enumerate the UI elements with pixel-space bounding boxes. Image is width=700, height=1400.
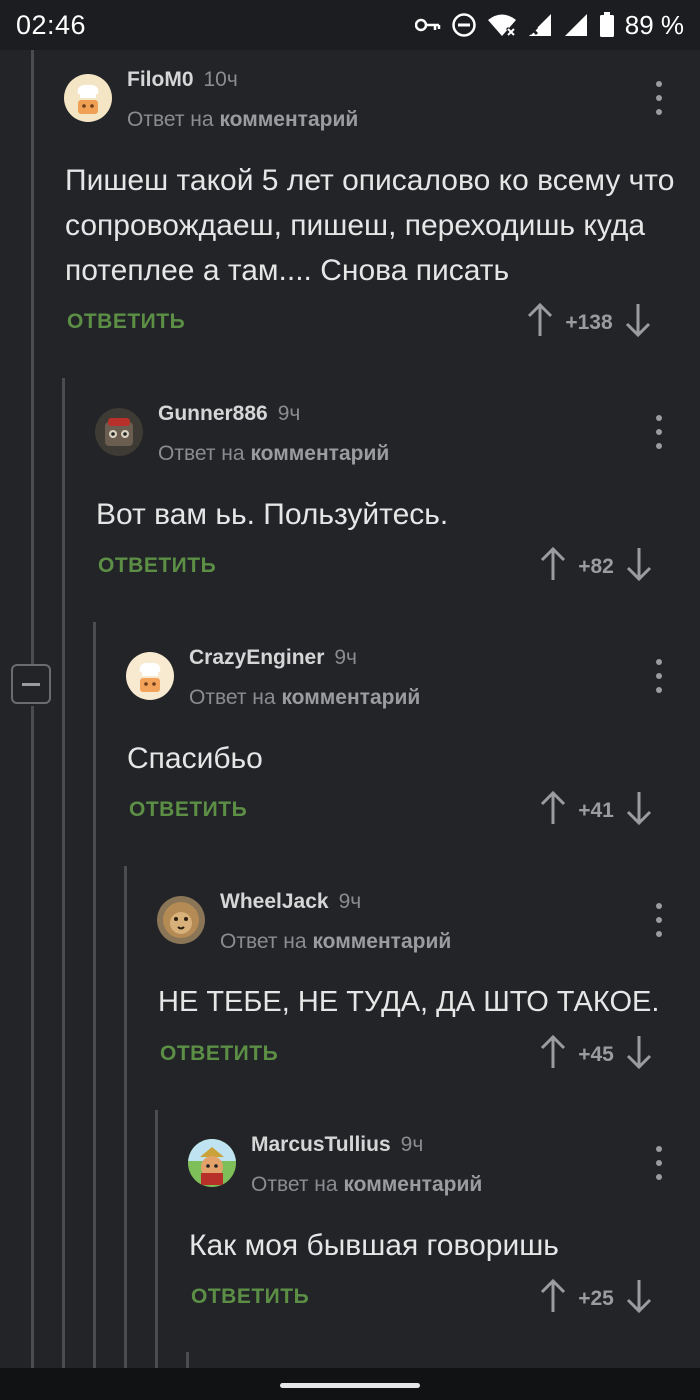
username[interactable]: FiloM0 10ч xyxy=(127,68,238,92)
more-options-icon[interactable] xyxy=(649,1146,669,1180)
comment-text: Вот вам ьь. Пользуйтесь. xyxy=(96,498,449,531)
upvote-icon[interactable] xyxy=(539,790,567,831)
reply-button[interactable]: ОТВЕТИТЬ xyxy=(67,310,185,334)
reply-to-info: Ответ на комментарий xyxy=(127,108,359,131)
comment-text: Спасибьо xyxy=(127,742,263,775)
avatar[interactable] xyxy=(157,896,205,944)
rating: +138 xyxy=(565,310,613,334)
downvote-icon[interactable] xyxy=(625,546,653,587)
upvote-icon[interactable] xyxy=(526,302,554,343)
comment-text: Пишеш такой 5 лет описалово ко всему что… xyxy=(65,164,675,287)
more-options-icon[interactable] xyxy=(649,659,669,693)
reply-to-link[interactable]: комментарий xyxy=(250,442,389,465)
rating: +82 xyxy=(578,554,614,578)
wifi-icon xyxy=(487,13,517,37)
reply-to-info: Ответ на комментарий xyxy=(220,930,452,953)
vote-controls: +82 xyxy=(539,546,653,587)
comment-time: 10ч xyxy=(203,68,238,91)
upvote-icon[interactable] xyxy=(539,1034,567,1075)
key-icon xyxy=(414,17,441,33)
username[interactable]: MarcusTullius 9ч xyxy=(251,1133,423,1157)
status-time: 02:46 xyxy=(16,9,87,40)
reply-to-link[interactable]: комментарий xyxy=(219,108,358,131)
more-options-icon[interactable] xyxy=(649,415,669,449)
thread-line-depth-4 xyxy=(155,1110,158,1368)
avatar[interactable] xyxy=(188,1139,236,1187)
more-options-icon[interactable] xyxy=(649,903,669,937)
username[interactable]: Gunner886 9ч xyxy=(158,402,300,426)
thread-line-depth-3 xyxy=(124,866,127,1368)
reply-button[interactable]: ОТВЕТИТЬ xyxy=(191,1285,309,1309)
battery-percent: 89 % xyxy=(624,9,684,40)
comment-time: 9ч xyxy=(277,402,301,425)
username[interactable]: CrazyEnginer 9ч xyxy=(189,646,357,670)
collapse-thread-button[interactable] xyxy=(11,664,51,704)
comment-time: 9ч xyxy=(400,1133,424,1156)
reply-to-info: Ответ на комментарий xyxy=(251,1173,483,1196)
comment-time: 9ч xyxy=(338,890,362,913)
reply-button[interactable]: ОТВЕТИТЬ xyxy=(98,554,216,578)
downvote-icon[interactable] xyxy=(625,1278,653,1319)
avatar[interactable] xyxy=(126,652,174,700)
vote-controls: +41 xyxy=(539,790,653,831)
upvote-icon[interactable] xyxy=(539,546,567,587)
thread-line-depth-0-lower xyxy=(31,706,34,1368)
thread-line-depth-1 xyxy=(62,378,65,1368)
reply-button[interactable]: ОТВЕТИТЬ xyxy=(160,1042,278,1066)
thread-line-depth-2 xyxy=(93,622,96,1368)
reply-to-link[interactable]: комментарий xyxy=(281,686,420,709)
thread-line-depth-0 xyxy=(31,50,34,664)
home-gesture-handle[interactable] xyxy=(280,1383,420,1388)
avatar[interactable] xyxy=(95,408,143,456)
rating: +45 xyxy=(578,1042,614,1066)
upvote-icon[interactable] xyxy=(539,1278,567,1319)
rating: +41 xyxy=(578,798,614,822)
vote-controls: +45 xyxy=(539,1034,653,1075)
more-options-icon[interactable] xyxy=(649,81,669,115)
signal-icon xyxy=(527,13,553,37)
reply-to-info: Ответ на комментарий xyxy=(189,686,421,709)
downvote-icon[interactable] xyxy=(625,790,653,831)
reply-button[interactable]: ОТВЕТИТЬ xyxy=(129,798,247,822)
signal-icon-2 xyxy=(563,13,589,37)
rating: +25 xyxy=(578,1286,614,1310)
comment-thread: FiloM0 10ч Ответ на комментарий Пишеш так… xyxy=(0,50,700,1368)
battery-icon xyxy=(599,12,615,38)
thread-line-depth-5 xyxy=(186,1352,189,1368)
avatar[interactable] xyxy=(64,74,112,122)
minus-icon xyxy=(22,682,40,686)
comment-time: 9ч xyxy=(334,646,357,669)
reply-to-link[interactable]: комментарий xyxy=(312,930,451,953)
vote-controls: +25 xyxy=(539,1278,653,1319)
comment-text: Как моя бывшая говоришь xyxy=(189,1229,559,1262)
comment-text: НЕ ТЕБЕ, НЕ ТУДА, ДА ШТО ТАКОЕ. xyxy=(158,986,660,1018)
status-bar: 02:46 89 % xyxy=(0,0,700,50)
username[interactable]: WheelJack 9ч xyxy=(220,890,361,914)
reply-to-link[interactable]: комментарий xyxy=(343,1173,482,1196)
do-not-disturb-icon xyxy=(451,12,477,38)
downvote-icon[interactable] xyxy=(625,1034,653,1075)
navigation-bar xyxy=(0,1368,700,1400)
reply-to-info: Ответ на комментарий xyxy=(158,442,390,465)
downvote-icon[interactable] xyxy=(624,302,652,343)
vote-controls: +138 xyxy=(526,302,652,343)
